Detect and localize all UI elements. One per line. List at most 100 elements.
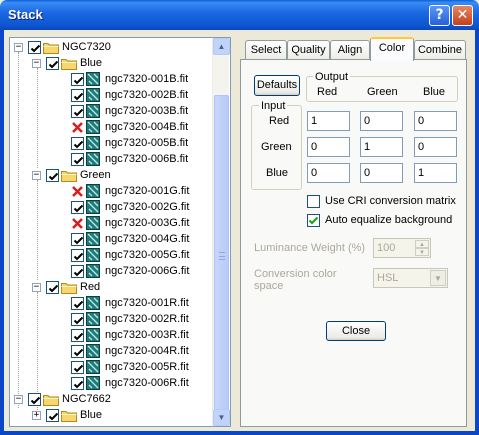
tree-scrollbar[interactable]: ▲ ▼	[212, 38, 230, 426]
tree-file-item[interactable]: ngc7320-001G.fit	[10, 183, 215, 199]
fits-file-icon	[86, 232, 100, 246]
tree-file-item[interactable]: ngc7320-002R.fit	[10, 311, 215, 327]
luminance-weight-label: Luminance Weight (%)	[254, 242, 366, 254]
tree-file-item[interactable]: ngc7320-002B.fit	[10, 87, 215, 103]
fits-file-icon	[86, 296, 100, 310]
conversion-color-select[interactable]: HSL ▼	[373, 268, 448, 288]
cri-checkbox[interactable]	[307, 195, 320, 208]
red-x-icon[interactable]	[71, 185, 84, 198]
title-bar: Stack ? ✕	[0, 0, 479, 30]
tree-item-label: ngc7320-001R.fit	[105, 297, 189, 309]
tree-folder-item[interactable]: − Blue	[10, 55, 215, 71]
collapse-icon[interactable]: −	[14, 43, 23, 52]
folder-icon	[61, 171, 77, 182]
matrix-green-red[interactable]: 0	[307, 137, 350, 157]
tree-checkbox[interactable]	[71, 313, 84, 326]
tab-combine[interactable]: Combine	[414, 40, 466, 60]
tree-checkbox[interactable]	[71, 329, 84, 342]
tree-checkbox[interactable]	[71, 265, 84, 278]
tab-color[interactable]: Color	[370, 37, 414, 61]
tree-checkbox[interactable]	[71, 345, 84, 358]
matrix-blue-blue[interactable]: 1	[414, 163, 457, 183]
tree-file-item[interactable]: ngc7320-006B.fit	[10, 151, 215, 167]
checkmark-icon	[73, 76, 84, 85]
tree-file-item[interactable]: ngc7320-003B.fit	[10, 103, 215, 119]
tree-checkbox[interactable]	[71, 297, 84, 310]
matrix-blue-green[interactable]: 0	[360, 163, 403, 183]
tree-file-item[interactable]: ngc7320-005R.fit	[10, 359, 215, 375]
tree-checkbox[interactable]	[71, 233, 84, 246]
tree-checkbox[interactable]	[71, 137, 84, 150]
window-frame-bottom	[0, 431, 479, 435]
collapse-icon[interactable]: −	[32, 283, 41, 292]
expand-icon[interactable]: +	[32, 411, 41, 420]
window-frame-right	[475, 30, 479, 435]
tree-file-item[interactable]: ngc7320-004G.fit	[10, 231, 215, 247]
tree-checkbox[interactable]	[28, 393, 41, 406]
tree-folder-item[interactable]: − NGC7662	[10, 391, 215, 407]
tab-quality[interactable]: Quality	[287, 40, 330, 60]
tree-file-item[interactable]: ngc7320-002G.fit	[10, 199, 215, 215]
checkmark-icon	[48, 60, 59, 69]
tree-file-item[interactable]: ngc7320-001B.fit	[10, 71, 215, 87]
checkmark-icon	[73, 364, 84, 373]
tree-file-item[interactable]: ngc7320-003G.fit	[10, 215, 215, 231]
tree-checkbox[interactable]	[71, 105, 84, 118]
red-x-icon[interactable]	[71, 217, 84, 230]
file-tree[interactable]: − NGC7320− Blue ngc7320-001B.fit ngc7320-002…	[9, 37, 231, 427]
checkmark-icon	[73, 380, 84, 389]
luminance-weight-spinner[interactable]: 100 ▲ ▼	[373, 238, 431, 258]
spin-down-icon[interactable]: ▼	[415, 248, 429, 256]
scroll-up-arrow-icon[interactable]: ▲	[213, 38, 230, 55]
scrollbar-thumb[interactable]	[214, 95, 229, 416]
tree-checkbox[interactable]	[71, 73, 84, 86]
tree-checkbox[interactable]	[28, 41, 41, 54]
conversion-color-value: HSL	[377, 272, 399, 284]
help-button[interactable]: ?	[429, 5, 450, 26]
matrix-red-red[interactable]: 1	[307, 111, 350, 131]
tree-checkbox[interactable]	[71, 89, 84, 102]
defaults-button[interactable]: Defaults	[254, 75, 300, 96]
matrix-green-green[interactable]: 1	[360, 137, 403, 157]
matrix-green-blue[interactable]: 0	[414, 137, 457, 157]
checkmark-icon	[73, 108, 84, 117]
tree-file-item[interactable]: ngc7320-005G.fit	[10, 247, 215, 263]
tree-checkbox[interactable]	[46, 57, 59, 70]
tree-folder-item[interactable]: − NGC7320	[10, 39, 215, 55]
tree-checkbox[interactable]	[46, 409, 59, 422]
tab-align[interactable]: Align	[330, 40, 370, 60]
tree-checkbox[interactable]	[46, 169, 59, 182]
tree-file-item[interactable]: ngc7320-005B.fit	[10, 135, 215, 151]
tree-checkbox[interactable]	[46, 281, 59, 294]
tree-file-item[interactable]: ngc7320-006G.fit	[10, 263, 215, 279]
matrix-red-green[interactable]: 0	[360, 111, 403, 131]
collapse-icon[interactable]: −	[32, 59, 41, 68]
tree-checkbox[interactable]	[71, 201, 84, 214]
tree-checkbox[interactable]	[71, 153, 84, 166]
tree-file-item[interactable]: ngc7320-004R.fit	[10, 343, 215, 359]
red-x-icon[interactable]	[71, 121, 84, 134]
tree-checkbox[interactable]	[71, 249, 84, 262]
tree-file-item[interactable]: ngc7320-001R.fit	[10, 295, 215, 311]
tree-file-item[interactable]: ngc7320-004B.fit	[10, 119, 215, 135]
tab-select[interactable]: Select	[245, 40, 287, 60]
close-window-button[interactable]: ✕	[452, 5, 473, 26]
output-col-blue: Blue	[423, 86, 446, 98]
matrix-red-blue[interactable]: 0	[414, 111, 457, 131]
chevron-down-icon[interactable]: ▼	[430, 270, 446, 286]
close-button[interactable]: Close	[326, 321, 386, 341]
tree-folder-item[interactable]: − Red	[10, 279, 215, 295]
tree-folder-item[interactable]: + Blue	[10, 407, 215, 423]
spin-up-icon[interactable]: ▲	[415, 240, 429, 248]
tree-folder-item[interactable]: − Green	[10, 167, 215, 183]
collapse-icon[interactable]: −	[14, 395, 23, 404]
tree-checkbox[interactable]	[71, 361, 84, 374]
tree-file-item[interactable]: ngc7320-006R.fit	[10, 375, 215, 391]
matrix-blue-red[interactable]: 0	[307, 163, 350, 183]
tree-file-item[interactable]: ngc7320-003R.fit	[10, 327, 215, 343]
tree-checkbox[interactable]	[71, 377, 84, 390]
tree-item-label: Green	[80, 169, 111, 181]
scroll-down-arrow-icon[interactable]: ▼	[213, 409, 230, 426]
auto-equalize-checkbox[interactable]	[307, 214, 320, 227]
collapse-icon[interactable]: −	[32, 171, 41, 180]
